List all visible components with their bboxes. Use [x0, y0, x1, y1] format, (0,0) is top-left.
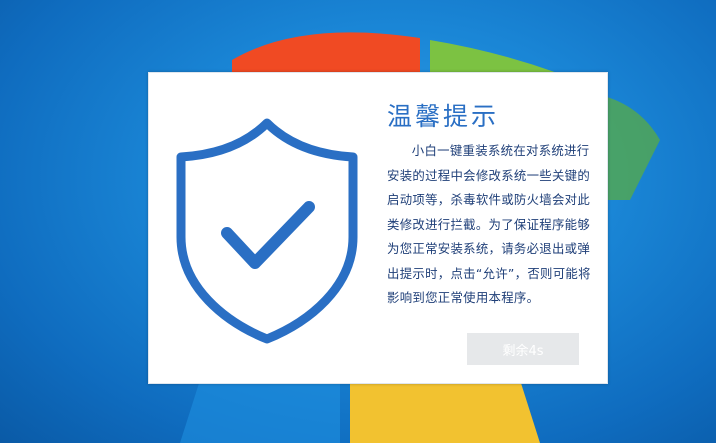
dialog-title: 温馨提示: [387, 102, 500, 131]
shield-check-icon: [176, 118, 358, 344]
warning-dialog: 温馨提示 小白一键重装系统在对系统进行安装的过程中会修改系统一些关键的启动项等，…: [148, 72, 608, 384]
dialog-message: 小白一键重装系统在对系统进行安装的过程中会修改系统一些关键的启动项等，杀毒软件或…: [387, 143, 591, 305]
countdown-button[interactable]: 剩余4s: [467, 333, 579, 365]
desktop-background: 温馨提示 小白一键重装系统在对系统进行安装的过程中会修改系统一些关键的启动项等，…: [0, 0, 716, 443]
